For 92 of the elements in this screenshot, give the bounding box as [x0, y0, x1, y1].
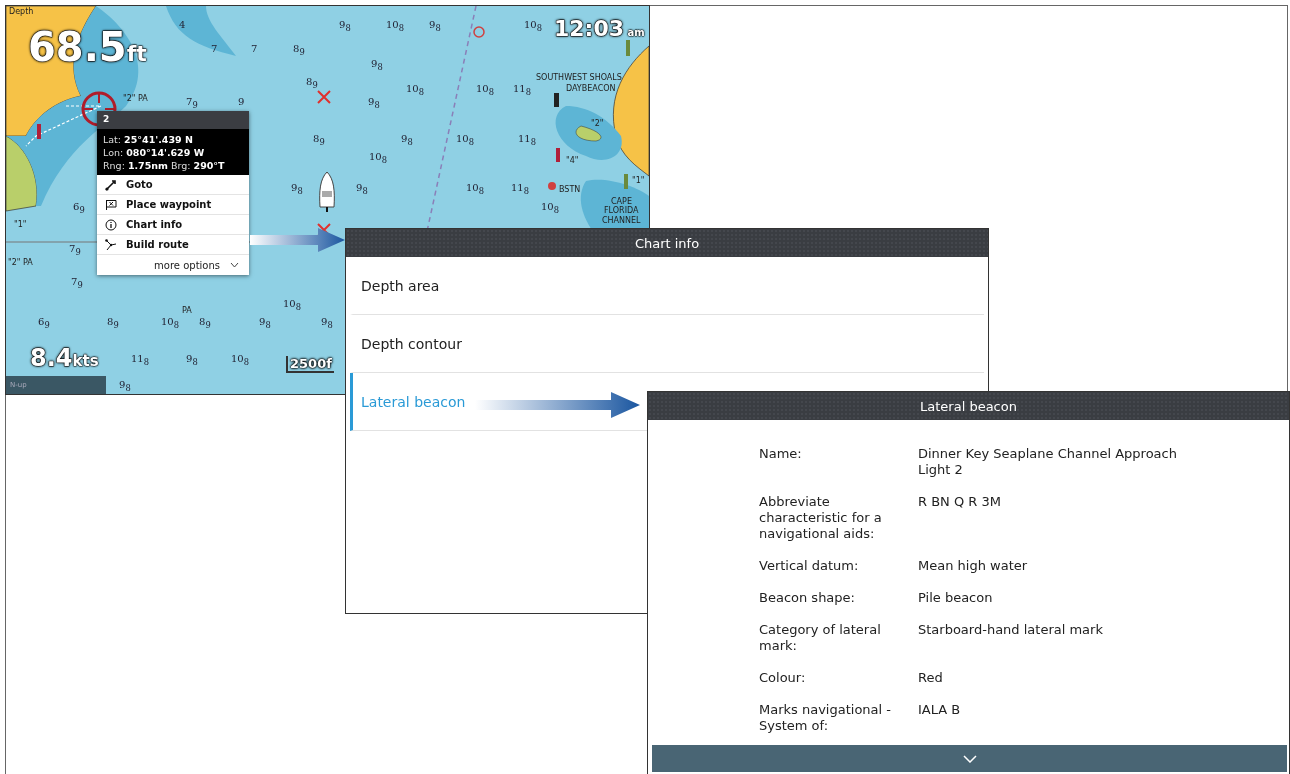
chevron-down-icon: [962, 754, 977, 763]
list-item[interactable]: Depth contour: [350, 315, 984, 373]
depth-sounding: 9$_{8}$: [356, 182, 368, 196]
chart-label: DAYBEACON: [566, 84, 616, 93]
depth-sounding: 9$_{8}$: [429, 19, 441, 33]
position-info-line: Lat: 25°41'.439 N: [103, 134, 194, 145]
depth-sounding: 9$_{8}$: [291, 182, 303, 196]
depth-sounding: 11$_{8}$: [513, 83, 532, 97]
chart-label: "1": [14, 220, 27, 229]
menu-item[interactable]: Goto: [97, 175, 249, 195]
field-value: Pile beacon: [918, 590, 994, 606]
chart-label: "1": [632, 176, 645, 185]
list-item[interactable]: Depth area: [350, 257, 984, 315]
depth-sounding: 10$_{8}$: [524, 19, 543, 33]
field-label: Marks navigational - System of:: [759, 702, 892, 734]
chart-label: FLORIDA: [604, 206, 639, 215]
chart-label: SOUTHWEST SHOALS: [536, 73, 622, 82]
depth-sounding: 9$_{8}$: [368, 96, 380, 110]
depth-sounding: 10$_{8}$: [541, 201, 560, 215]
depth-sounding: 7: [211, 43, 218, 54]
position-info-line: Rng: 1.75nm Brg: 290°T: [103, 160, 226, 171]
depth-sounding: 9$_{8}$: [339, 19, 351, 33]
field-label: Abbreviate characteristic for a navigational aids:: [759, 494, 883, 542]
chart-label: BSTN: [559, 185, 581, 194]
field-label: Colour:: [759, 670, 807, 686]
chart-label: "4": [566, 156, 579, 165]
position-info-line: Lon: 080°14'.629 W: [103, 147, 206, 158]
depth-sounding: 7: [251, 43, 258, 54]
chart-label: PA: [182, 306, 192, 315]
depth-sounding: 6$_{9}$: [73, 201, 85, 215]
depth-sounding: 11$_{8}$: [511, 182, 530, 196]
depth-sounding: 8$_{9}$: [107, 316, 119, 330]
depth-sounding: 10$_{8}$: [466, 182, 485, 196]
field-label: Name:: [759, 446, 803, 463]
panel-title: Lateral beacon: [920, 398, 1017, 414]
depth-sounding: 10$_{8}$: [386, 19, 405, 33]
depth-sounding: 7$_{9}$: [71, 276, 83, 290]
menu-item[interactable]: Place waypoint: [97, 195, 249, 215]
depth-sounding: 9$_{8}$: [401, 133, 413, 147]
depth-sounding: 11$_{8}$: [131, 353, 150, 367]
depth-sounding: 10$_{8}$: [283, 298, 302, 312]
waypoint-flag-icon: [105, 198, 117, 211]
depth-sounding: 10$_{8}$: [369, 151, 388, 165]
field-label: Vertical datum:: [759, 558, 860, 574]
field-label: Beacon shape:: [759, 590, 856, 606]
depth-sounding: 9$_{8}$: [259, 316, 271, 330]
chart-label: "2" PA: [8, 258, 33, 267]
goto-arrow-icon: [105, 178, 117, 191]
scroll-more-bar[interactable]: [652, 745, 1287, 772]
depth-sounding: 8$_{9}$: [306, 76, 318, 90]
field-value: Mean high water: [918, 558, 1029, 574]
menu-item[interactable]: Chart info: [97, 215, 249, 235]
depth-sounding: 11$_{8}$: [518, 133, 537, 147]
field-value: Red: [918, 670, 944, 686]
depth-sounding: 10$_{8}$: [161, 316, 180, 330]
depth-sounding: 8$_{9}$: [199, 316, 211, 330]
scale-bar: 2500f: [286, 356, 334, 373]
boat-icon: [317, 171, 337, 213]
depth-sounding: 10$_{8}$: [476, 83, 495, 97]
depth-sounding: 4: [179, 19, 186, 30]
field-value: Starboard-hand lateral mark: [918, 622, 1104, 639]
depth-sounding: 6$_{9}$: [38, 316, 50, 330]
route-icon: [105, 238, 117, 251]
time-readout: 12:03 am: [554, 16, 645, 41]
speed-readout: 8.4kts: [30, 344, 99, 372]
depth-sounding: 10$_{8}$: [456, 133, 475, 147]
depth-sounding: 10$_{8}$: [406, 83, 425, 97]
depth-sounding: 9$_{8}$: [321, 316, 333, 330]
field-value: Dinner Key Seaplane Channel Approach Light 2: [918, 446, 1178, 478]
chart-label: CAPE: [611, 197, 632, 206]
depth-sounding: 9$_{8}$: [119, 379, 131, 393]
depth-caption: Depth: [9, 7, 34, 16]
depth-sounding: 9: [238, 96, 245, 107]
info-icon: [105, 218, 117, 231]
menu-title: 2: [97, 111, 249, 129]
depth-sounding: 7$_{9}$: [69, 243, 81, 257]
panel-title: Chart info: [634, 235, 700, 251]
depth-sounding: 8$_{9}$: [293, 43, 305, 57]
field-value: R BN Q R 3M: [918, 494, 1002, 511]
depth-sounding: 9$_{8}$: [371, 58, 383, 72]
chart-label: "2" PA: [123, 94, 148, 103]
chart-label: "2": [591, 119, 604, 128]
depth-sounding: 8$_{9}$: [313, 133, 325, 147]
depth-sounding: 10$_{8}$: [231, 353, 250, 367]
more-options-button[interactable]: more options: [97, 255, 249, 275]
field-value: IALA B: [918, 702, 962, 719]
menu-item[interactable]: Build route: [97, 235, 249, 255]
chevron-down-icon: [230, 262, 239, 268]
field-label: Category of lateral mark:: [759, 622, 882, 654]
depth-sounding: 9$_{8}$: [186, 353, 198, 367]
chart-label: CHANNEL: [602, 216, 641, 225]
depth-sounding: 7$_{9}$: [186, 96, 198, 110]
